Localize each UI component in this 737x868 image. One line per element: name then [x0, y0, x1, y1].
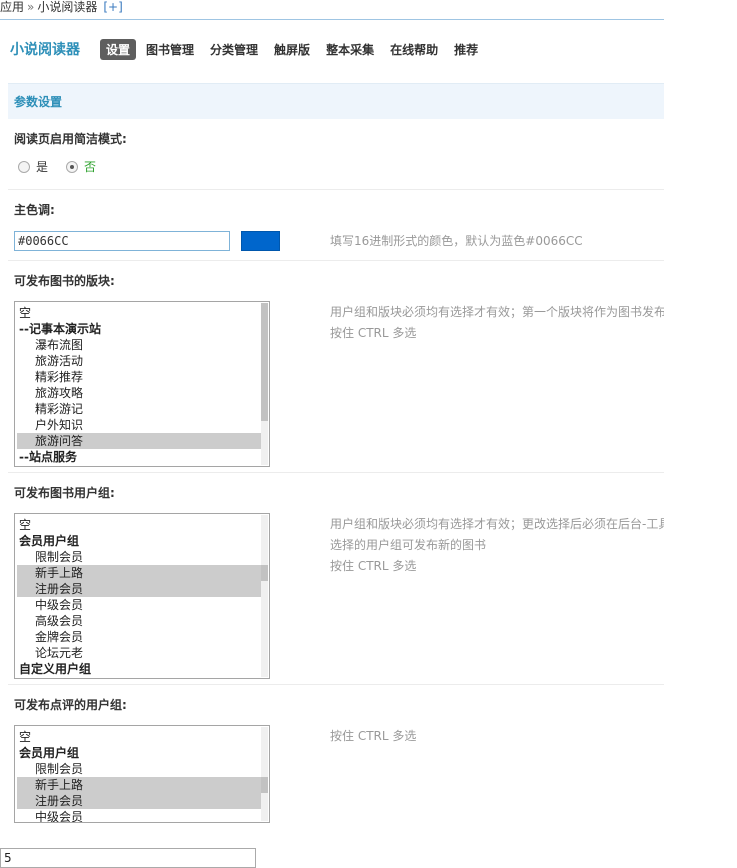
main-color-swatch[interactable] — [241, 231, 280, 251]
forum-option[interactable]: 瀑布流图 — [17, 337, 267, 353]
forums-options: 空 --记事本演示站 瀑布流图 旅游活动 精彩推荐 旅游攻略 精彩游记 户外知识… — [17, 305, 267, 465]
group-option-selected[interactable]: 新手上路 — [17, 565, 267, 581]
tab-book-collection[interactable]: 整本采集 — [320, 39, 380, 60]
main-color-hint: 填写16进制形式的颜色，默认为蓝色#0066CC — [330, 234, 583, 248]
group-option[interactable]: 空 — [17, 729, 267, 745]
group-heading-option[interactable]: 会员用户组 — [17, 533, 267, 549]
publish-groups-select[interactable]: 空 会员用户组 限制会员 新手上路 注册会员 中级会员 高级会员 金牌会员 论坛… — [14, 513, 270, 679]
forum-group-option[interactable]: --记事本演示站 — [17, 321, 267, 337]
tab-book-management[interactable]: 图书管理 — [140, 39, 200, 60]
group-heading-option[interactable]: 自定义用户组 — [17, 661, 267, 677]
simple-mode-yes-label[interactable]: 是 — [36, 158, 48, 175]
forum-option[interactable]: 旅游活动 — [17, 353, 267, 369]
divider — [8, 260, 664, 261]
group-option-selected[interactable]: 注册会员 — [17, 793, 267, 809]
group-option[interactable]: 中级会员 — [17, 597, 267, 613]
tab-category-management[interactable]: 分类管理 — [204, 39, 264, 60]
forum-option[interactable]: 空 — [17, 305, 267, 321]
tab-recommend[interactable]: 推荐 — [448, 39, 484, 60]
publish-groups-options: 空 会员用户组 限制会员 新手上路 注册会员 中级会员 高级会员 金牌会员 论坛… — [17, 517, 267, 677]
group-option[interactable]: 高级会员 — [17, 613, 267, 629]
simple-mode-yes-radio[interactable] — [18, 160, 30, 173]
group-option[interactable]: 中级会员 — [17, 809, 267, 822]
forum-option-selected[interactable]: 旅游问答 — [17, 433, 267, 449]
breadcrumb-add-link[interactable]: [+] — [103, 0, 122, 14]
section-title: 参数设置 — [8, 83, 664, 119]
main-color-label: 主色调: — [14, 203, 55, 217]
page: 应用» 小说阅读器 [+] 小说阅读器 设置 图书管理 分类管理 触屏版 整本采集 … — [0, 0, 737, 868]
forums-label: 可发布图书的版块: — [14, 274, 115, 288]
tab-online-help[interactable]: 在线帮助 — [384, 39, 444, 60]
publish-groups-hint-ctrl: 按住 CTRL 多选 — [330, 559, 417, 573]
forums-scrollbar-thumb[interactable] — [261, 303, 268, 421]
review-groups-scrollbar[interactable] — [261, 727, 268, 821]
tab-settings[interactable]: 设置 — [100, 38, 137, 60]
forum-option[interactable]: 精彩推荐 — [17, 369, 267, 385]
group-option-selected[interactable]: 新手上路 — [17, 777, 267, 793]
group-option[interactable]: 空 — [17, 517, 267, 533]
publish-groups-scrollbar[interactable] — [261, 515, 268, 677]
forum-group-option[interactable]: --站点服务 — [17, 449, 267, 465]
breadcrumb-separator: » — [27, 0, 35, 14]
group-option[interactable]: 限制会员 — [17, 761, 267, 777]
divider — [8, 189, 664, 190]
review-groups-hint-ctrl: 按住 CTRL 多选 — [330, 729, 417, 743]
app-title[interactable]: 小说阅读器 — [10, 39, 80, 59]
publish-groups-hint-line: 用户组和版块必须均有选择才有效；更改选择后必须在后台-工具 — [330, 517, 664, 531]
simple-mode-label: 阅读页启用简洁模式: — [14, 132, 127, 146]
forum-option[interactable]: 精彩游记 — [17, 401, 267, 417]
group-option[interactable]: 论坛元老 — [17, 645, 267, 661]
top-nav: 小说阅读器 设置 图书管理 分类管理 触屏版 整本采集 在线帮助 推荐 — [10, 38, 488, 60]
tab-touch-version[interactable]: 触屏版 — [268, 39, 316, 60]
forums-hint-line: 用户组和版块必须均有选择才有效；第一个版块将作为图书发布 — [330, 305, 664, 319]
review-groups-select[interactable]: 空 会员用户组 限制会员 新手上路 注册会员 中级会员 — [14, 725, 270, 823]
publish-groups-label: 可发布图书用户组: — [14, 486, 115, 500]
breadcrumb-root[interactable]: 应用 — [0, 0, 24, 14]
review-groups-label: 可发布点评的用户组: — [14, 698, 127, 712]
simple-mode-radio-group: 是 否 — [18, 158, 114, 175]
bottom-number-input[interactable]: 5 — [0, 848, 256, 868]
review-groups-options: 空 会员用户组 限制会员 新手上路 注册会员 中级会员 — [17, 729, 267, 822]
forums-hint-ctrl: 按住 CTRL 多选 — [330, 326, 417, 340]
breadcrumb-current[interactable]: 小说阅读器 — [37, 0, 97, 14]
publish-groups-hint-line: 选择的用户组可发布新的图书 — [330, 538, 487, 552]
group-option-selected[interactable]: 注册会员 — [17, 581, 267, 597]
forums-scrollbar[interactable] — [261, 303, 268, 465]
forum-option[interactable]: 户外知识 — [17, 417, 267, 433]
group-heading-option[interactable]: 会员用户组 — [17, 745, 267, 761]
simple-mode-no-radio[interactable] — [66, 160, 79, 173]
divider — [8, 684, 664, 685]
forums-select[interactable]: 空 --记事本演示站 瀑布流图 旅游活动 精彩推荐 旅游攻略 精彩游记 户外知识… — [14, 301, 270, 467]
breadcrumb: 应用» 小说阅读器 [+] — [0, 0, 664, 20]
simple-mode-no-label[interactable]: 否 — [84, 158, 96, 175]
review-groups-scrollbar-thumb[interactable] — [261, 777, 268, 793]
divider — [8, 472, 664, 473]
group-option[interactable]: 金牌会员 — [17, 629, 267, 645]
forum-option[interactable]: 旅游攻略 — [17, 385, 267, 401]
main-color-input[interactable]: #0066CC — [14, 231, 230, 251]
publish-groups-scrollbar-thumb[interactable] — [261, 565, 268, 581]
group-option[interactable]: 限制会员 — [17, 549, 267, 565]
